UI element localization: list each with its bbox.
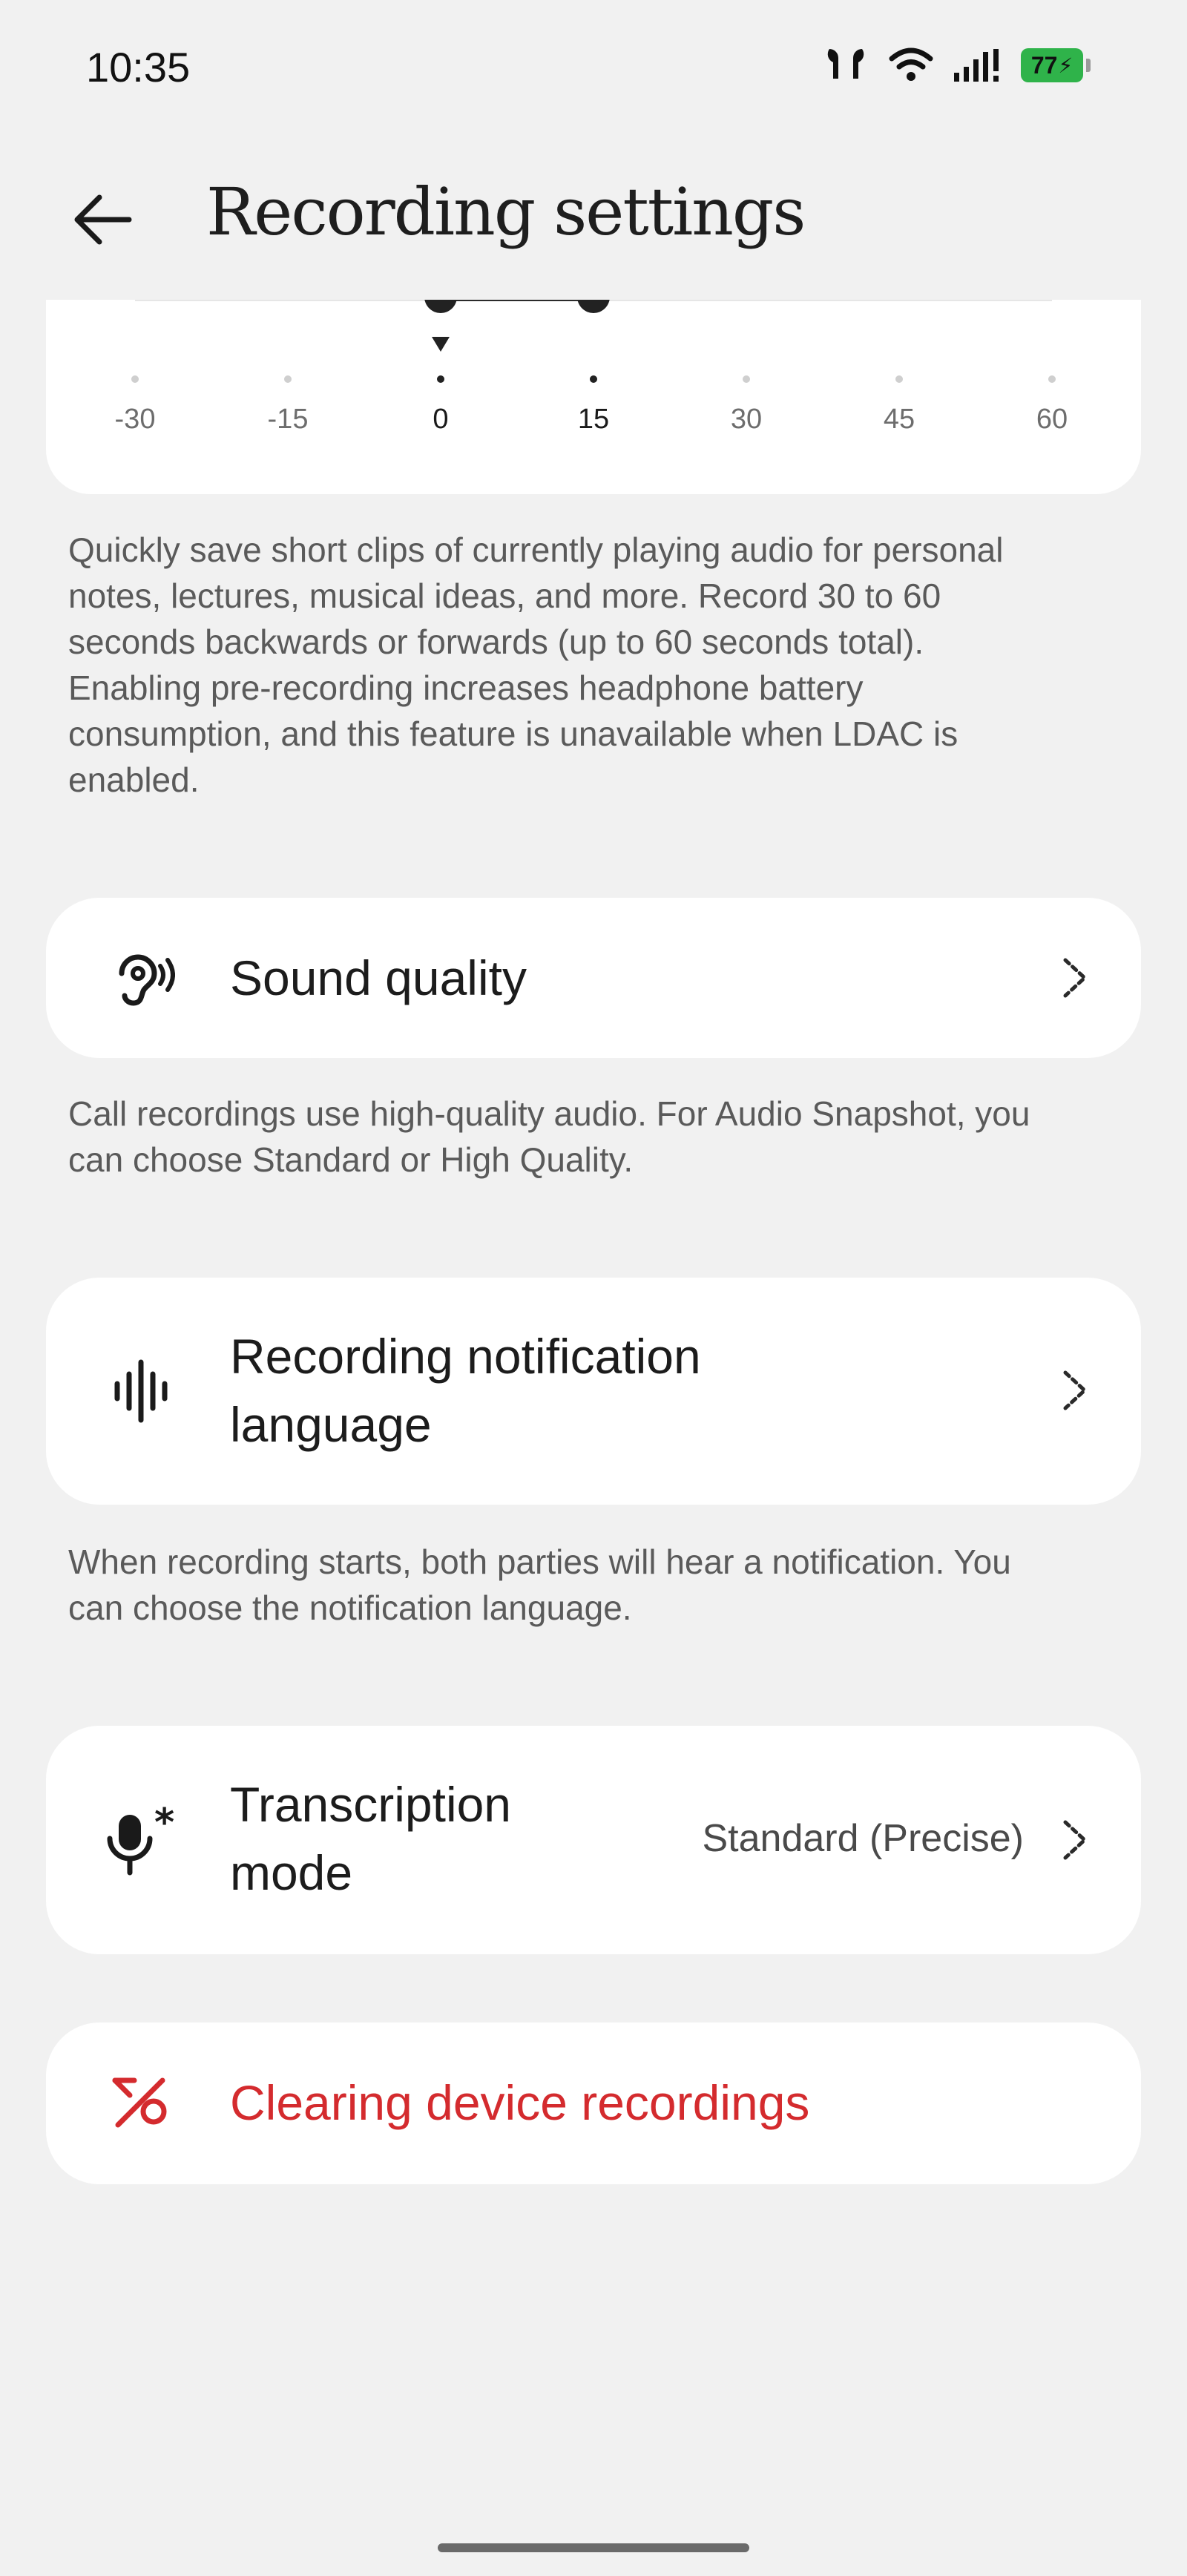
notification-language-description: When recording starts, both parties will… (68, 1542, 1011, 1627)
page-title: Recording settings (206, 174, 806, 250)
tick-dot (131, 375, 139, 383)
sound-quality-label: Sound quality (230, 950, 527, 1005)
chevron-right-icon (1059, 1818, 1092, 1866)
tick-dot (437, 375, 444, 383)
clear-recordings-label: Clearing device recordings (230, 2075, 810, 2130)
notification-language-label: Recording notification language (230, 1329, 701, 1452)
sound-quality-row[interactable]: Sound quality (46, 898, 1141, 1058)
tick-dot (284, 375, 292, 383)
status-icons: 77 ⚡ (822, 46, 1091, 85)
tick-label: -15 (267, 404, 309, 435)
waveform-icon (111, 1358, 171, 1425)
transcription-mode-row[interactable]: * Transcription mode Standard (Precise) (46, 1726, 1141, 1954)
chevron-right-icon (1059, 1368, 1092, 1416)
clear-recordings-button[interactable]: Clearing device recordings (46, 2023, 1141, 2184)
status-bar: 10:35 77 ⚡ (0, 0, 1187, 134)
tick-dot (1048, 375, 1056, 383)
range-slider[interactable] (46, 300, 1141, 494)
tick-dot (743, 375, 750, 383)
transcription-mode-value: Standard (Precise) (702, 1817, 1024, 1860)
chevron-right-icon (1059, 956, 1092, 1004)
transcription-mode-label: Transcription mode (230, 1777, 512, 1900)
back-arrow-icon (74, 194, 132, 245)
ear-sound-icon (107, 944, 175, 1012)
slider-start-handle[interactable] (424, 300, 457, 313)
tick-label: 60 (1036, 404, 1068, 435)
tick-label: 0 (433, 404, 449, 435)
back-button[interactable] (65, 183, 139, 257)
audio-snapshot-description: Quickly save short clips of currently pl… (68, 530, 1004, 799)
tick-label: -30 (114, 404, 156, 435)
signal-icon (954, 49, 999, 82)
home-indicator[interactable] (438, 2543, 749, 2552)
current-position-marker-icon (432, 337, 450, 352)
recording-settings-screen: 10:35 77 ⚡ Recording settings -30 -15 0 … (0, 0, 1187, 2576)
slider-end-handle[interactable] (577, 300, 610, 313)
sound-quality-description: Call recordings use high-quality audio. … (68, 1094, 1030, 1179)
battery-indicator: 77 ⚡ (1021, 48, 1091, 82)
svg-text:*: * (154, 1804, 174, 1845)
pre-recording-slider-card: -30 -15 0 15 30 45 60 (46, 300, 1141, 494)
status-time: 10:35 (86, 44, 191, 91)
tick-dot (590, 375, 597, 383)
tick-label: 45 (883, 404, 915, 435)
wifi-icon (889, 47, 933, 81)
battery-level: 77 (1030, 51, 1058, 79)
tick-label: 15 (577, 404, 610, 435)
tick-label: 30 (730, 404, 763, 435)
charging-bolt-icon: ⚡ (1058, 53, 1073, 77)
microphone-asterisk-icon: * (104, 1804, 178, 1879)
app-header: Recording settings (0, 141, 1187, 289)
tick-dot (895, 375, 903, 383)
clear-percent-icon (108, 2070, 174, 2137)
notification-language-row[interactable]: Recording notification language (46, 1278, 1141, 1505)
earbuds-icon (827, 49, 864, 79)
